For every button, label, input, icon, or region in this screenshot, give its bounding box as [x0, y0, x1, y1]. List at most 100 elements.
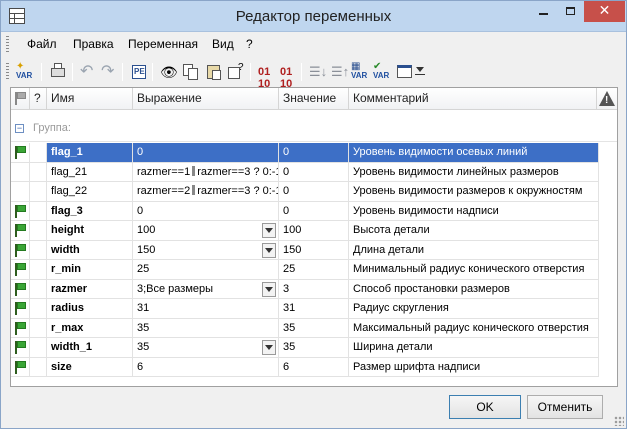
undo-icon[interactable]: ↶ [78, 62, 98, 82]
variable-value[interactable]: 25 [279, 260, 349, 280]
variable-name[interactable]: flag_21 [47, 162, 133, 182]
minimize-button[interactable] [530, 1, 557, 22]
variable-expression[interactable]: 150 [133, 240, 279, 260]
row-question-cell[interactable] [30, 338, 47, 358]
table-row[interactable]: width_1 35 35 Ширина детали [11, 338, 617, 358]
external-variable-icon[interactable]: ▦ VAR [351, 62, 371, 82]
row-flag-cell[interactable] [11, 299, 30, 319]
move-down-icon[interactable]: ☰↓ [307, 62, 327, 82]
variable-expression[interactable]: 6 [133, 357, 279, 377]
variable-value[interactable]: 150 [279, 240, 349, 260]
variable-value[interactable]: 0 [279, 162, 349, 182]
row-question-cell[interactable] [30, 143, 47, 163]
variable-name[interactable]: flag_3 [47, 201, 133, 221]
variable-value[interactable]: 6 [279, 357, 349, 377]
variable-name[interactable]: radius [47, 299, 133, 319]
chevron-down-icon[interactable] [262, 340, 276, 355]
row-question-cell[interactable] [30, 318, 47, 338]
variable-expression[interactable]: 35 [133, 338, 279, 358]
ok-button[interactable]: OK [449, 395, 521, 419]
menu-edit[interactable]: Правка [73, 37, 114, 51]
header-value[interactable]: Значение [279, 88, 349, 110]
row-question-cell[interactable] [30, 260, 47, 280]
row-question-cell[interactable] [30, 299, 47, 319]
variable-comment[interactable]: Размер шрифта надписи [349, 357, 599, 377]
cancel-button[interactable]: Отменить [527, 395, 603, 419]
export-icon[interactable]: 01 10 [256, 62, 276, 90]
table-row[interactable]: flag_21 razmer==1 razmer==3 ? 0:-1 0 Уровень… [11, 162, 617, 182]
variable-comment[interactable]: Уровень видимости надписи [349, 201, 599, 221]
find-icon[interactable]: 👁 [159, 62, 179, 82]
menu-variable[interactable]: Переменная [128, 37, 198, 51]
variable-expression[interactable]: 3;Все размеры [133, 279, 279, 299]
menu-file[interactable]: Файл [27, 37, 57, 51]
table-row[interactable]: radius 31 31 Радиус скругления [11, 299, 617, 319]
row-flag-cell[interactable] [11, 182, 30, 202]
add-variable-icon[interactable]: ✦ VAR [16, 62, 36, 82]
copy-icon[interactable] [181, 62, 201, 82]
title-bar[interactable]: Редактор переменных ✕ [1, 1, 626, 32]
close-button[interactable]: ✕ [584, 1, 625, 22]
row-question-cell[interactable] [30, 240, 47, 260]
import-icon[interactable]: 01 10 [278, 62, 298, 90]
variable-name[interactable]: flag_22 [47, 182, 133, 202]
header-comment[interactable]: Комментарий [349, 88, 597, 110]
variable-comment[interactable]: Радиус скругления [349, 299, 599, 319]
variable-comment[interactable]: Высота детали [349, 221, 599, 241]
row-flag-cell[interactable] [11, 279, 30, 299]
variable-value[interactable]: 0 [279, 201, 349, 221]
variable-expression[interactable]: 35 [133, 318, 279, 338]
redo-icon[interactable]: ↷ [99, 62, 119, 82]
variable-expression[interactable]: razmer==1 razmer==3 ? 0:-1 [133, 162, 279, 182]
parameters-icon[interactable]: PE [129, 62, 149, 82]
row-question-cell[interactable] [30, 182, 47, 202]
variable-name[interactable]: r_max [47, 318, 133, 338]
row-flag-cell[interactable] [11, 162, 30, 182]
collapse-icon[interactable]: − [15, 124, 24, 133]
table-row[interactable]: flag_1 0 0 Уровень видимости осевых линий [11, 143, 617, 163]
variable-expression[interactable]: 100 [133, 221, 279, 241]
variable-value[interactable]: 3 [279, 279, 349, 299]
variable-expression[interactable]: 31 [133, 299, 279, 319]
variable-name[interactable]: width [47, 240, 133, 260]
table-row[interactable]: width 150 150 Длина детали [11, 240, 617, 260]
menu-help[interactable]: ? [246, 37, 253, 51]
resize-grip[interactable] [614, 416, 624, 426]
row-flag-cell[interactable] [11, 318, 30, 338]
row-flag-cell[interactable] [11, 357, 30, 377]
variable-name[interactable]: height [47, 221, 133, 241]
row-question-cell[interactable] [30, 357, 47, 377]
header-flag[interactable] [11, 88, 30, 110]
table-row[interactable]: r_min 25 25 Минимальный радиус конического … [11, 260, 617, 280]
variable-comment[interactable]: Максимальный радиус конического отверсти… [349, 318, 599, 338]
row-question-cell[interactable] [30, 221, 47, 241]
row-flag-cell[interactable] [11, 143, 30, 163]
variable-comment[interactable]: Уровень видимости осевых линий [349, 143, 599, 163]
variable-value[interactable]: 100 [279, 221, 349, 241]
maximize-button[interactable] [557, 1, 584, 22]
variable-name[interactable]: r_min [47, 260, 133, 280]
menu-view[interactable]: Вид [212, 37, 234, 51]
table-row[interactable]: razmer 3;Все размеры 3 Способ простановки р… [11, 279, 617, 299]
row-flag-cell[interactable] [11, 338, 30, 358]
row-question-cell[interactable] [30, 201, 47, 221]
row-flag-cell[interactable] [11, 240, 30, 260]
variable-value[interactable]: 0 [279, 143, 349, 163]
variable-value[interactable]: 31 [279, 299, 349, 319]
variable-name[interactable]: width_1 [47, 338, 133, 358]
view-icon[interactable] [394, 62, 414, 82]
variable-name[interactable]: flag_1 [47, 143, 133, 163]
variable-name[interactable]: size [47, 357, 133, 377]
paste-icon[interactable] [204, 62, 224, 82]
move-up-icon[interactable]: ☰↑ [329, 62, 349, 82]
variable-comment[interactable]: Уровень видимости размеров к окружностям [349, 182, 599, 202]
variable-comment[interactable]: Минимальный радиус конического отверстия [349, 260, 599, 280]
variable-expression[interactable]: razmer==2 razmer==3 ? 0:-1 [133, 182, 279, 202]
variable-comment[interactable]: Длина детали [349, 240, 599, 260]
variable-comment[interactable]: Ширина детали [349, 338, 599, 358]
header-name[interactable]: Имя [47, 88, 133, 110]
header-expression[interactable]: Выражение [133, 88, 279, 110]
variable-value[interactable]: 0 [279, 182, 349, 202]
variable-value[interactable]: 35 [279, 338, 349, 358]
chevron-down-icon[interactable] [262, 242, 276, 258]
